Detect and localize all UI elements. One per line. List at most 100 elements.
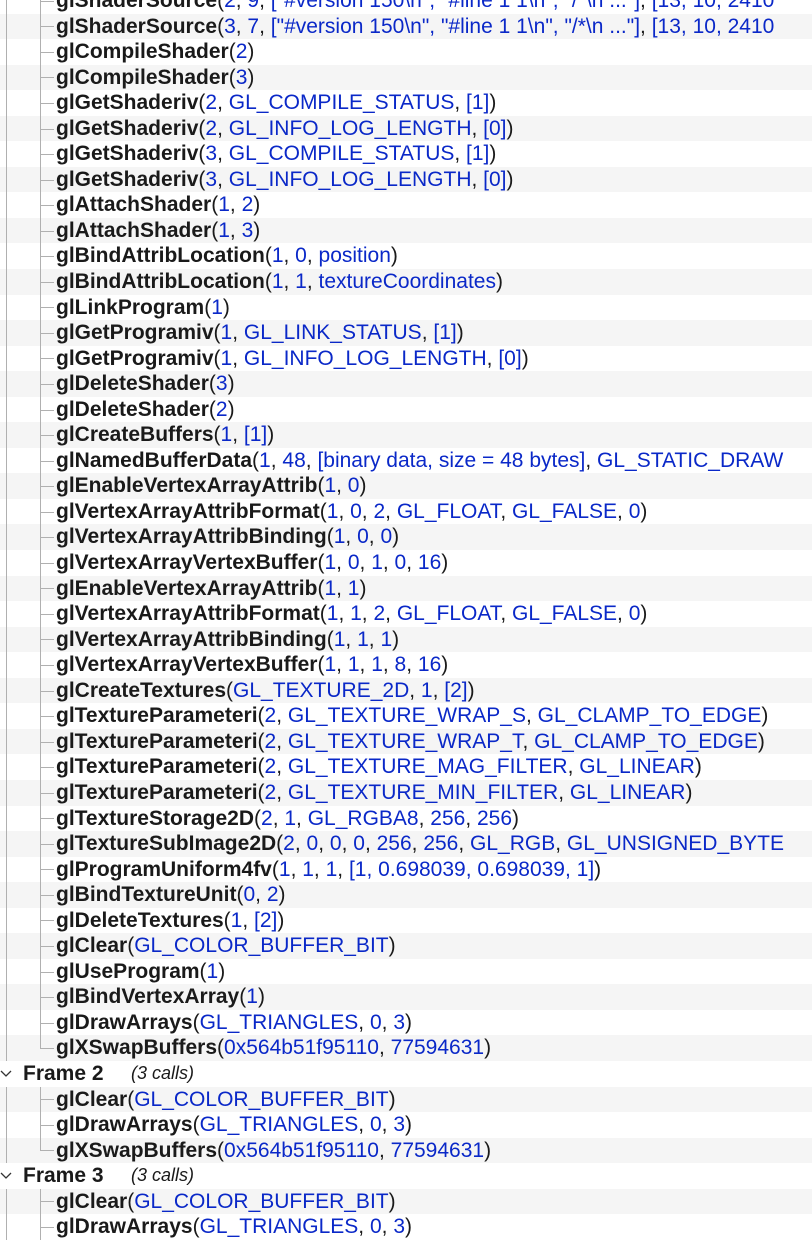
argument: 2 bbox=[266, 883, 279, 907]
tree-guide-line bbox=[6, 652, 7, 678]
call-row[interactable]: glGetShaderiv(2, GL_COMPILE_STATUS, [1]) bbox=[0, 90, 812, 116]
close-paren: ) bbox=[512, 806, 520, 830]
call-row[interactable]: glNamedBufferData(1, 48, [binary data, s… bbox=[0, 447, 812, 474]
tree-connector bbox=[40, 613, 54, 615]
call-text: glGetShaderiv(2, GL_COMPILE_STATUS, [1]) bbox=[56, 90, 496, 116]
call-row[interactable]: glXSwapBuffers(0x564b51f95110, 77594631) bbox=[0, 1137, 812, 1164]
arg-separator: , bbox=[336, 551, 348, 575]
call-row[interactable]: glEnableVertexArrayAttrib(1, 1) bbox=[0, 575, 812, 602]
call-row[interactable]: glDrawArrays(GL_TRIANGLES, 0, 3) bbox=[0, 1009, 812, 1036]
call-row[interactable]: glDrawArrays(GL_TRIANGLES, 0, 3) bbox=[0, 1214, 812, 1240]
argument: GL_COLOR_BUFFER_BIT bbox=[134, 1087, 389, 1111]
argument: 1 bbox=[271, 244, 284, 268]
call-row[interactable]: glVertexArrayAttribFormat(1, 1, 2, GL_FL… bbox=[0, 601, 812, 627]
call-row[interactable]: glTextureStorage2D(2, 1, GL_RGBA8, 256, … bbox=[0, 805, 812, 832]
call-row[interactable]: glAttachShader(1, 3) bbox=[0, 217, 812, 244]
argument: 1 bbox=[380, 627, 393, 651]
call-row[interactable]: glCreateBuffers(1, [1]) bbox=[0, 422, 812, 448]
call-row[interactable]: glTextureParameteri(2, GL_TEXTURE_WRAP_T… bbox=[0, 728, 812, 755]
call-text: glDeleteTextures(1, [2]) bbox=[56, 908, 284, 934]
call-row[interactable]: glTextureParameteri(2, GL_TEXTURE_MIN_FI… bbox=[0, 779, 812, 806]
call-row[interactable]: glGetShaderiv(3, GL_INFO_LOG_LENGTH, [0]… bbox=[0, 166, 812, 193]
close-paren: ) bbox=[388, 1087, 396, 1111]
argument: [1] bbox=[466, 91, 490, 115]
call-row[interactable]: glClear(GL_COLOR_BUFFER_BIT) bbox=[0, 1188, 812, 1215]
call-row[interactable]: glBindAttribLocation(1, 0, position) bbox=[0, 243, 812, 270]
call-row[interactable]: glXSwapBuffers(0x564b51f95110, 77594631) bbox=[0, 1035, 812, 1061]
function-name: glTextureParameteri bbox=[56, 755, 258, 779]
argument: 2 bbox=[224, 0, 236, 12]
call-text: glClear(GL_COLOR_BUFFER_BIT) bbox=[56, 1087, 396, 1113]
close-paren: ) bbox=[247, 40, 255, 64]
function-name: glXSwapBuffers bbox=[56, 1036, 218, 1060]
arg-separator: , bbox=[382, 653, 395, 677]
call-row[interactable]: glTextureParameteri(2, GL_TEXTURE_MAG_FI… bbox=[0, 754, 812, 780]
call-row[interactable]: glVertexArrayVertexBuffer(1, 0, 1, 0, 16… bbox=[0, 550, 812, 576]
call-row[interactable]: glCreateTextures(GL_TEXTURE_2D, 1, [2]) bbox=[0, 677, 812, 704]
call-row[interactable]: glBindVertexArray(1) bbox=[0, 984, 812, 1010]
argument: 1 bbox=[220, 321, 233, 345]
close-paren: ) bbox=[218, 959, 226, 983]
call-row[interactable]: glGetShaderiv(3, GL_COMPILE_STATUS, [1]) bbox=[0, 141, 812, 167]
chevron-down-icon[interactable] bbox=[0, 1061, 14, 1086]
call-row[interactable]: glTextureParameteri(2, GL_TEXTURE_WRAP_S… bbox=[0, 703, 812, 729]
call-row[interactable]: glLinkProgram(1) bbox=[0, 294, 812, 321]
call-row[interactable]: glClear(GL_COLOR_BUFFER_BIT) bbox=[0, 933, 812, 959]
argument: 2 bbox=[241, 193, 254, 217]
call-row[interactable]: glTextureSubImage2D(2, 0, 0, 0, 256, 256… bbox=[0, 831, 812, 857]
arg-separator: , bbox=[567, 755, 580, 779]
call-row[interactable]: glBindAttribLocation(1, 1, textureCoordi… bbox=[0, 269, 812, 295]
call-row[interactable]: glGetProgramiv(1, GL_LINK_STATUS, [1]) bbox=[0, 320, 812, 346]
argument: GL_RGB bbox=[470, 832, 556, 856]
call-row[interactable]: glVertexArrayVertexBuffer(1, 1, 1, 8, 16… bbox=[0, 652, 812, 678]
arg-separator: , bbox=[378, 1138, 391, 1162]
arg-separator: , bbox=[338, 499, 351, 523]
call-row[interactable]: glCompileShader(3) bbox=[0, 64, 812, 91]
argument: [1] bbox=[466, 142, 490, 166]
call-row[interactable]: glProgramUniform4fv(1, 1, 1, [1, 0.69803… bbox=[0, 856, 812, 883]
call-text: glAttachShader(1, 2) bbox=[56, 192, 260, 218]
call-row[interactable]: glShaderSource(2, 9, ["#version 150\n", … bbox=[0, 0, 812, 14]
call-row[interactable]: glEnableVertexArrayAttrib(1, 0) bbox=[0, 473, 812, 499]
call-text: glDrawArrays(GL_TRIANGLES, 0, 3) bbox=[56, 1214, 412, 1240]
chevron-down-icon[interactable] bbox=[0, 1163, 14, 1188]
open-paren: ( bbox=[319, 499, 327, 523]
call-row[interactable]: glClear(GL_COLOR_BUFFER_BIT) bbox=[0, 1086, 812, 1113]
function-name: glAttachShader bbox=[56, 193, 212, 217]
frame-row[interactable]: Frame 3 (3 calls) bbox=[0, 1163, 812, 1189]
open-paren: ( bbox=[264, 244, 272, 268]
tree-connector bbox=[40, 716, 54, 718]
call-row[interactable]: glVertexArrayAttribFormat(1, 0, 2, GL_FL… bbox=[0, 498, 812, 525]
function-name: glGetShaderiv bbox=[56, 91, 199, 115]
call-row[interactable]: glGetShaderiv(2, GL_INFO_LOG_LENGTH, [0]… bbox=[0, 115, 812, 142]
close-paren: ) bbox=[247, 65, 255, 89]
frame-row[interactable]: Frame 2 (3 calls) bbox=[0, 1061, 812, 1087]
argument: textureCoordinates bbox=[318, 270, 496, 294]
argument: GL_TEXTURE_MAG_FILTER bbox=[287, 755, 568, 779]
close-paren: ) bbox=[405, 1010, 413, 1034]
close-paren: ) bbox=[390, 244, 398, 268]
call-row[interactable]: glDeleteTextures(1, [2]) bbox=[0, 907, 812, 934]
call-row[interactable]: glDeleteShader(3) bbox=[0, 371, 812, 397]
call-row[interactable]: glDeleteShader(2) bbox=[0, 396, 812, 423]
function-name: glCreateBuffers bbox=[56, 423, 214, 447]
function-name: glVertexArrayAttribFormat bbox=[56, 602, 320, 626]
call-row[interactable]: glCompileShader(2) bbox=[0, 39, 812, 65]
arg-separator: , bbox=[235, 14, 248, 38]
argument: 1 bbox=[357, 627, 369, 651]
call-row[interactable]: glShaderSource(3, 7, ["#version 150\n", … bbox=[0, 13, 812, 40]
argument: 1 bbox=[324, 653, 337, 677]
call-row[interactable]: glDrawArrays(GL_TRIANGLES, 0, 3) bbox=[0, 1112, 812, 1138]
argument: [1] bbox=[433, 321, 457, 345]
call-row[interactable]: glVertexArrayAttribBinding(1, 0, 0) bbox=[0, 524, 812, 551]
call-row[interactable]: glGetProgramiv(1, GL_INFO_LOG_LENGTH, [0… bbox=[0, 345, 812, 372]
call-row[interactable]: glBindTextureUnit(0, 2) bbox=[0, 882, 812, 908]
function-name: glCreateTextures bbox=[56, 678, 227, 702]
tree-guide-line bbox=[6, 217, 7, 244]
call-row[interactable]: glUseProgram(1) bbox=[0, 958, 812, 985]
arg-separator: , bbox=[382, 551, 395, 575]
arg-separator: , bbox=[232, 423, 244, 447]
call-row[interactable]: glVertexArrayAttribBinding(1, 1, 1) bbox=[0, 626, 812, 653]
call-row[interactable]: glAttachShader(1, 2) bbox=[0, 192, 812, 218]
function-name: glCompileShader bbox=[56, 65, 229, 89]
